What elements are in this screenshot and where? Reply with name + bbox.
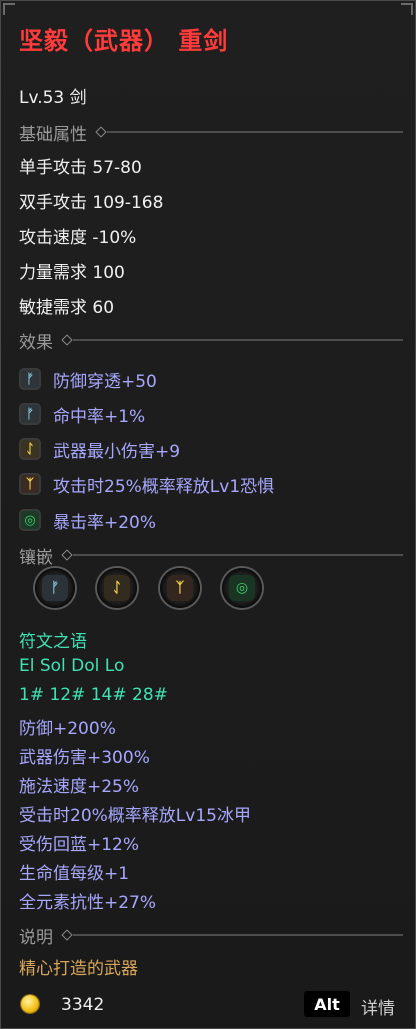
effect-text: 防御穿透+50 [53,371,157,392]
effect-row: ᚠ 防御穿透+50 [19,365,157,393]
section-label: 基础属性 [19,124,87,145]
divider [107,131,403,133]
divider [73,554,403,556]
effect-row: ◎ 暴击率+20% [19,506,156,534]
alt-key-hint: Alt [304,991,350,1017]
effect-row: ᛉ 攻击时25%概率释放Lv1恐惧 [19,470,274,498]
socket-rune-sol-icon: ᛇ [104,575,130,601]
socket-slot[interactable]: ᛇ [97,568,137,608]
section-label: 说明 [19,927,53,948]
runeword-bonus: 施法速度+25% [19,777,140,797]
rune-lo-icon: ◎ [19,509,41,531]
socket-rune-lo-icon: ◎ [229,575,255,601]
diamond-icon [61,549,73,561]
effect-text: 武器最小伤害+9 [53,441,181,462]
item-level-type: Lv.53 剑 [19,88,87,108]
stat-line: 双手攻击 109-168 [19,193,164,213]
runeword-runes: El Sol Dol Lo [19,656,125,676]
effect-text: 攻击时25%概率释放Lv1恐惧 [53,476,275,497]
runeword-label: 符文之语 [19,632,87,652]
corner-decoration [401,3,413,15]
socket-rune-el-icon: ᚠ [42,575,68,601]
section-sockets: 镶嵌 [19,543,403,568]
runeword-bonus: 受伤回蓝+12% [19,835,140,855]
section-label: 镶嵌 [19,547,53,568]
runeword-bonus: 全元素抗性+27% [19,893,157,913]
gold-coin-icon [21,995,39,1013]
section-effects: 效果 [19,328,403,353]
diamond-icon [95,126,107,138]
section-description: 说明 [19,923,403,948]
section-label: 效果 [19,332,53,353]
socket-slot[interactable]: ◎ [222,568,262,608]
socket-rune-dol-icon: ᛉ [167,575,193,601]
gold-value: 3342 [61,995,105,1015]
effect-row: ᛇ 武器最小伤害+9 [19,435,180,463]
runeword-bonus: 武器伤害+300% [19,748,150,768]
rune-el-icon: ᚠ [19,403,41,425]
flavor-text: 精心打造的武器 [19,959,138,979]
item-tooltip: 坚毅（武器） 重剑 Lv.53 剑 基础属性 单手攻击 57-80 双手攻击 1… [0,0,416,1029]
detail-link[interactable]: 详情 [361,994,395,1019]
stat-line: 单手攻击 57-80 [19,158,142,178]
effect-text: 暴击率+20% [53,512,157,533]
divider [73,339,403,341]
section-base-attributes: 基础属性 [19,120,403,145]
effect-row: ᚠ 命中率+1% [19,400,145,428]
stat-line: 攻击速度 -10% [19,228,137,248]
corner-decoration [3,3,15,15]
divider [73,934,403,936]
diamond-icon [61,334,73,346]
stat-line: 力量需求 100 [19,263,125,283]
socket-slot[interactable]: ᛉ [160,568,200,608]
runeword-bonus: 防御+200% [19,719,116,739]
rune-el-icon: ᚠ [19,368,41,390]
runeword-bonus: 生命值每级+1 [19,864,130,884]
socket-slot[interactable]: ᚠ [35,568,75,608]
rune-dol-icon: ᛉ [19,473,41,495]
runeword-numbers: 1# 12# 14# 28# [19,685,168,705]
effect-text: 命中率+1% [53,406,146,427]
runeword-bonus: 受击时20%概率释放Lv15冰甲 [19,806,251,826]
stat-line: 敏捷需求 60 [19,298,115,318]
rune-sol-icon: ᛇ [19,438,41,460]
item-title: 坚毅（武器） 重剑 [19,27,229,55]
diamond-icon [61,929,73,941]
